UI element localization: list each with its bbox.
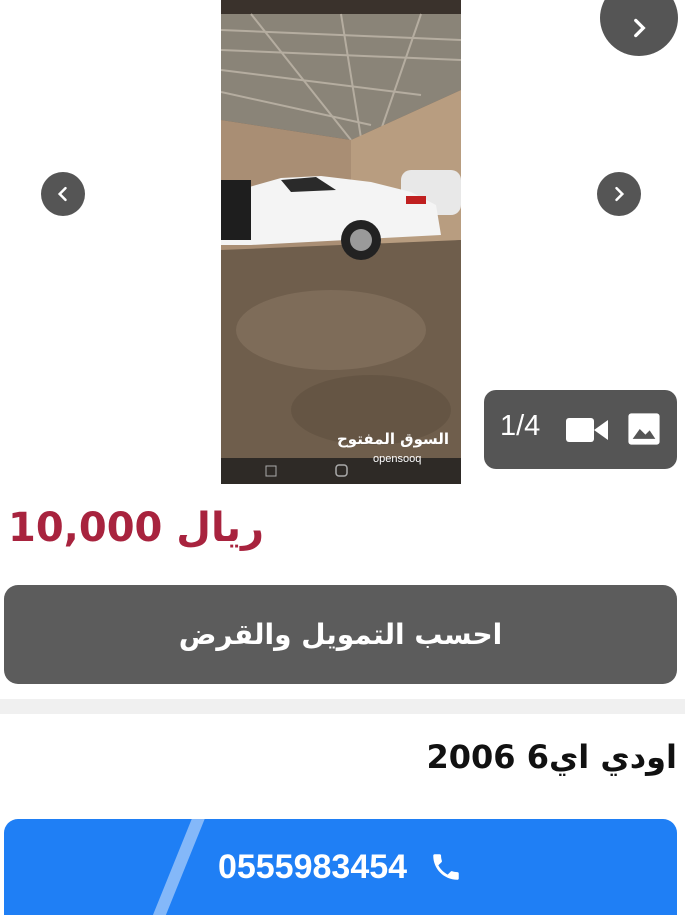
image-counter: 1/4 xyxy=(500,410,541,442)
car-photo-image xyxy=(221,0,461,484)
chevron-left-icon xyxy=(57,186,67,202)
listing-title: اودي اي6 2006 xyxy=(426,738,677,776)
listing-photo[interactable]: السوق المفتوح opensooq xyxy=(221,0,461,484)
watermark-latin: opensooq xyxy=(373,453,422,465)
phone-icon xyxy=(433,854,459,880)
section-divider xyxy=(0,699,685,714)
call-button[interactable]: 0555983454 xyxy=(4,819,677,915)
watermark-arabic: السوق المفتوح xyxy=(337,430,450,448)
calculate-financing-label: احسب التمويل والقرض xyxy=(178,618,503,651)
chevron-right-icon xyxy=(634,18,646,38)
video-camera-icon[interactable] xyxy=(566,415,608,445)
phone-number: 0555983454 xyxy=(217,847,408,886)
image-gallery[interactable]: السوق المفتوح opensooq 1/4 xyxy=(0,0,685,485)
chevron-right-icon xyxy=(615,186,625,202)
next-image-button[interactable] xyxy=(597,172,641,216)
listing-price: 10,000 ريال xyxy=(8,505,265,551)
media-counter[interactable]: 1/4 xyxy=(484,390,677,469)
next-button-top[interactable] xyxy=(600,0,678,56)
image-icon[interactable] xyxy=(627,412,661,446)
calculate-financing-button[interactable]: احسب التمويل والقرض xyxy=(4,585,677,684)
prev-image-button[interactable] xyxy=(41,172,85,216)
